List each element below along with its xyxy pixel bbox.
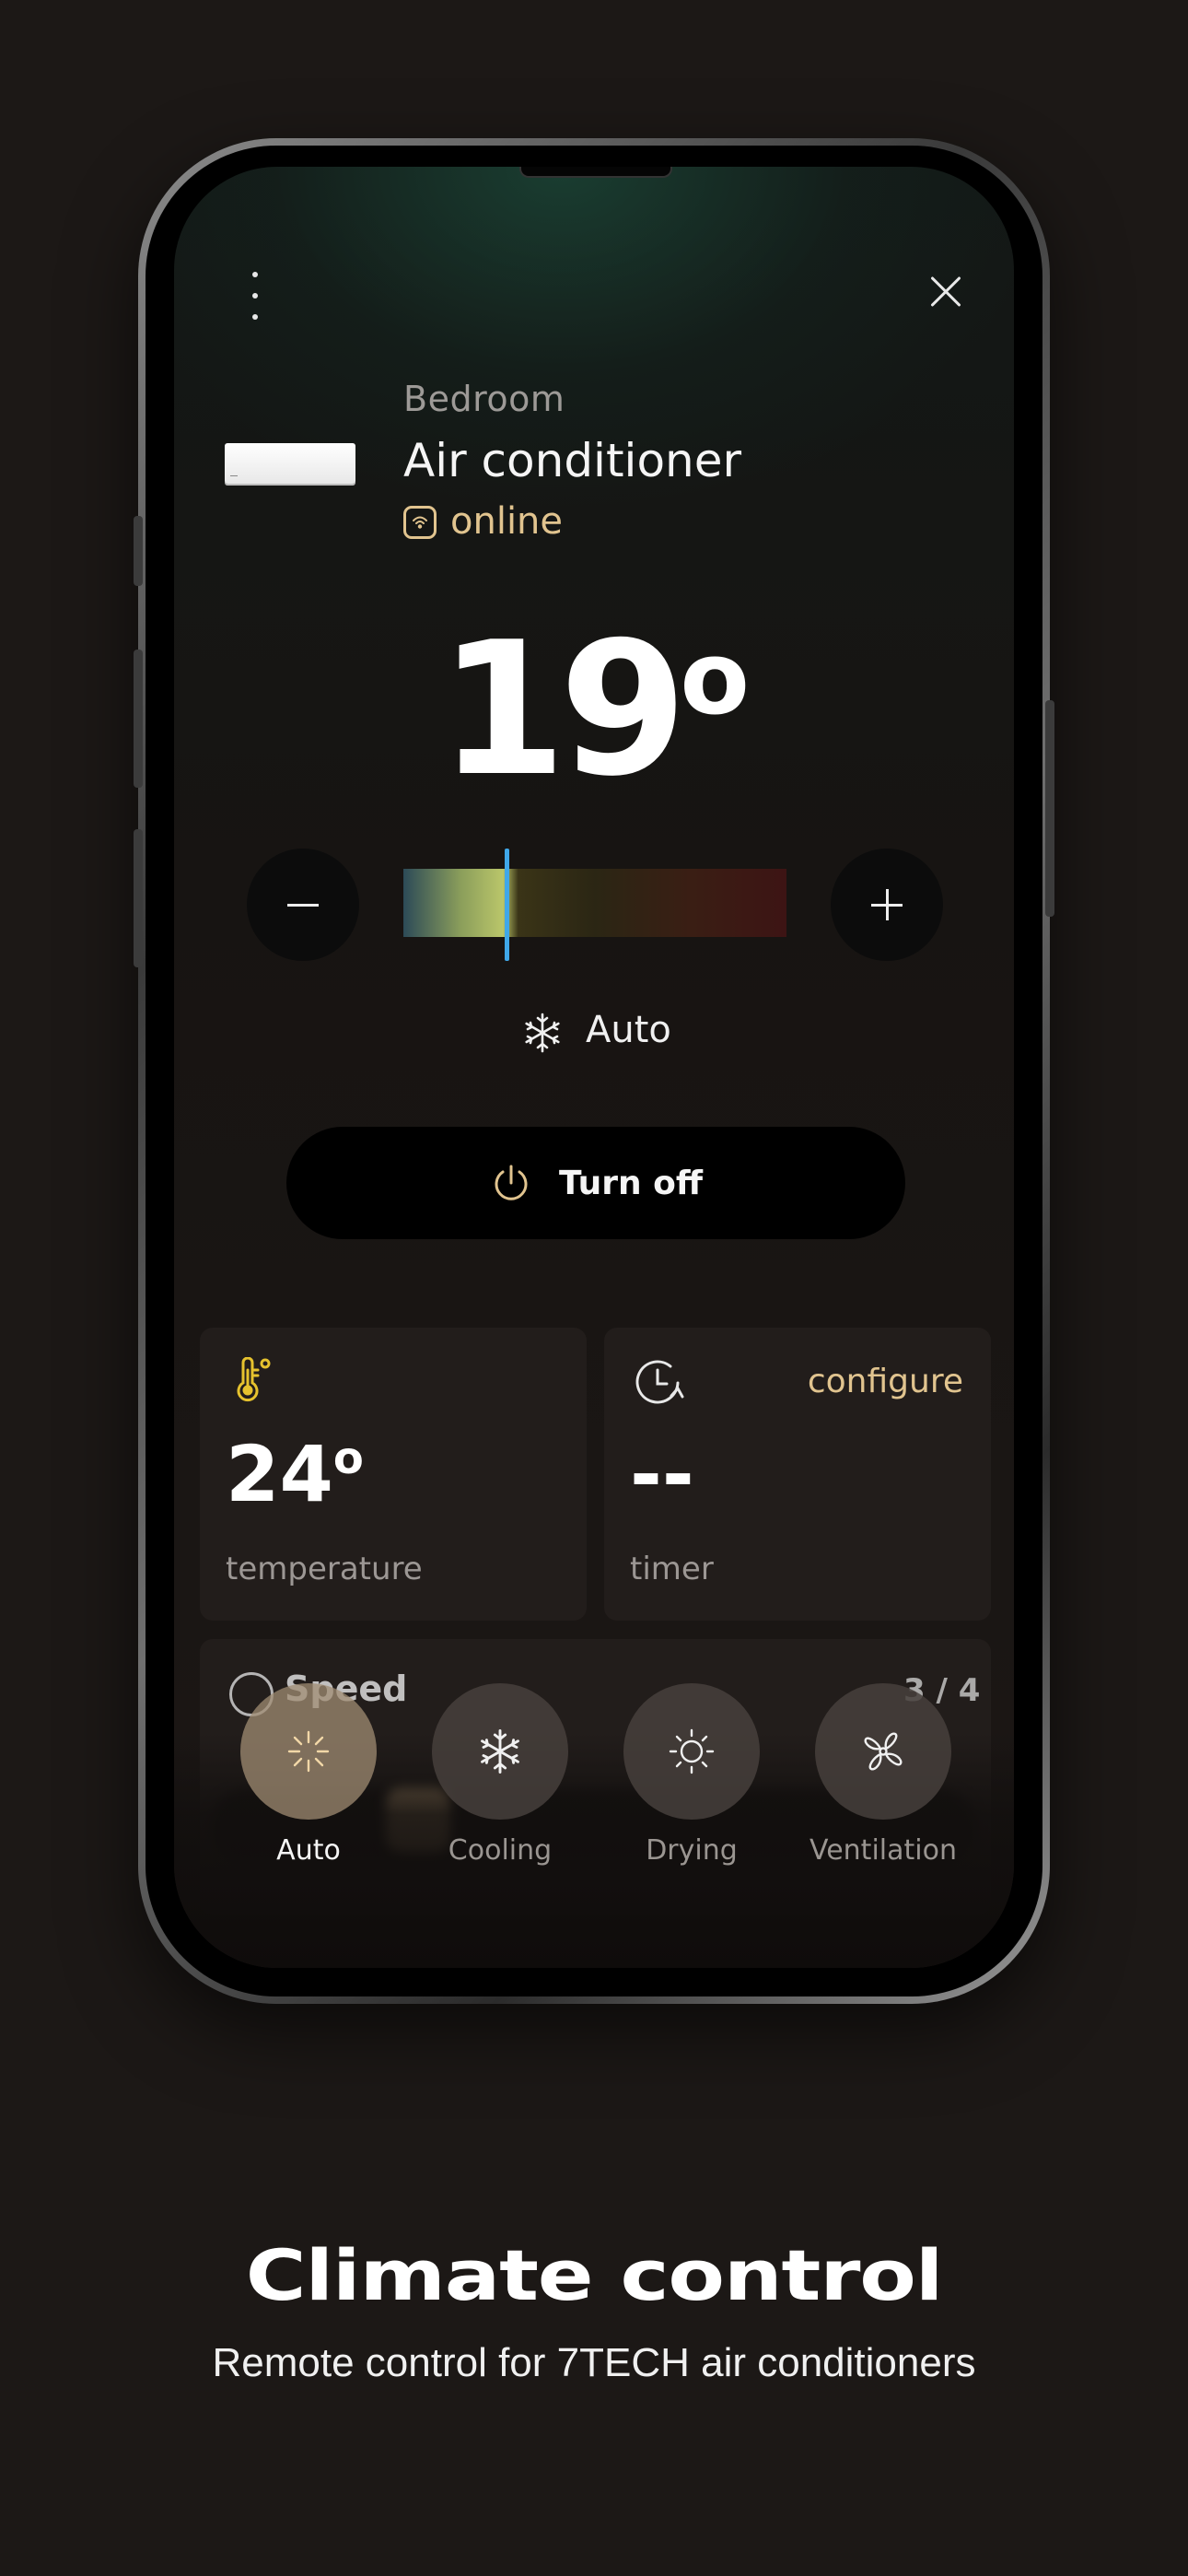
snowflake-icon	[481, 1729, 519, 1774]
turn-off-label: Turn off	[558, 1164, 704, 1202]
auto-mode-button[interactable]	[240, 1683, 377, 1820]
status-text: online	[450, 500, 564, 543]
temperature-setpoint: 19o	[174, 618, 1014, 802]
timer-value: --	[630, 1429, 694, 1519]
timer-card[interactable]: configure -- timer	[604, 1328, 991, 1621]
timer-label: timer	[630, 1551, 714, 1587]
mode-option-ventilation[interactable]	[815, 1683, 951, 1820]
sparkle-icon	[287, 1730, 330, 1773]
plus-icon	[871, 889, 903, 920]
mode-label-ventilation: Ventilation	[809, 1834, 957, 1867]
mode-label-cooling: Cooling	[448, 1834, 553, 1867]
wifi-icon	[403, 506, 437, 539]
mode-option-auto[interactable]	[240, 1683, 377, 1820]
drying-mode-button[interactable]	[623, 1683, 760, 1820]
app-screen: Bedroom Air conditioner online 19o Auto …	[174, 167, 1014, 1968]
air-conditioner-image	[225, 443, 355, 484]
setpoint-value: 19	[438, 603, 687, 817]
phone-side-button	[134, 516, 143, 586]
phone-side-button	[134, 650, 143, 788]
ventilation-mode-button[interactable]	[815, 1683, 951, 1820]
mode-label-auto: Auto	[276, 1834, 341, 1867]
mode-option-drying[interactable]	[623, 1683, 760, 1820]
turn-off-button[interactable]: Turn off	[286, 1127, 905, 1239]
power-icon	[495, 1165, 528, 1200]
current-mode-label: Auto	[586, 1009, 671, 1051]
more-menu-icon[interactable]	[244, 268, 266, 323]
cooling-mode-button[interactable]	[432, 1683, 568, 1820]
room-label: Bedroom	[403, 379, 565, 419]
decrease-temperature-button[interactable]	[247, 849, 359, 961]
device-name: Air conditioner	[403, 434, 742, 487]
minus-icon	[287, 903, 319, 907]
phone-side-button	[134, 829, 143, 967]
phone-side-button	[1045, 700, 1054, 917]
indoor-temperature-card: 24o temperature	[200, 1328, 587, 1621]
temperature-slider[interactable]	[403, 869, 786, 937]
degree-symbol: o	[332, 1433, 364, 1484]
fan-icon	[864, 1732, 903, 1771]
temperature-number: 24	[226, 1429, 333, 1519]
speaker-notch	[519, 167, 672, 178]
mode-label-drying: Drying	[646, 1834, 738, 1867]
sun-icon	[669, 1728, 715, 1774]
close-icon[interactable]	[929, 275, 962, 308]
clock-refresh-icon	[635, 1360, 684, 1404]
temperature-slider-handle[interactable]	[505, 849, 510, 961]
indoor-temperature-value: 24o	[226, 1429, 364, 1519]
promo-subtitle: Remote control for 7TECH air conditioner…	[212, 2340, 976, 2385]
configure-timer-link[interactable]: configure	[808, 1363, 963, 1400]
promo-title: Climate control	[245, 2234, 944, 2316]
increase-temperature-button[interactable]	[831, 849, 943, 961]
thermometer-icon	[237, 1357, 271, 1402]
degree-symbol: o	[680, 619, 750, 737]
mode-option-cooling[interactable]	[432, 1683, 568, 1820]
snowflake-icon	[520, 1011, 565, 1059]
temperature-label: temperature	[226, 1551, 423, 1587]
